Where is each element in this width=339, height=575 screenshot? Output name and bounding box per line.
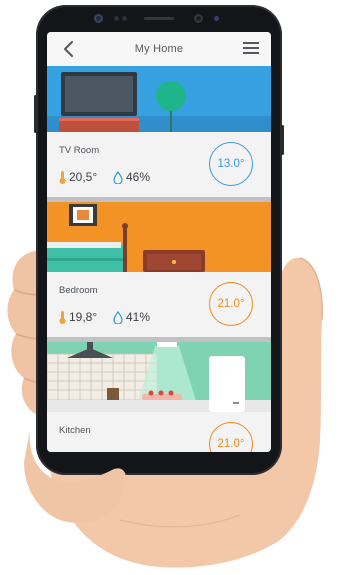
room-name: Kitchen — [59, 425, 91, 436]
water-drop-icon — [113, 170, 123, 184]
thermometer-icon — [59, 310, 66, 324]
sensor-icon — [114, 16, 119, 21]
humidity-value: 41% — [126, 310, 151, 324]
setpoint-dial[interactable]: 21.0° — [209, 282, 253, 326]
volume-button — [34, 95, 37, 133]
thermometer-icon — [59, 170, 66, 184]
temperature-value: 20,5° — [69, 170, 98, 184]
humidity-reading: 46% — [113, 170, 150, 184]
app-screen: My Home TV Room 20,5° 46% 13.0° Bedroom … — [47, 32, 271, 452]
room-info: Kitchen 21.0° — [47, 412, 271, 452]
sensor-icon — [122, 16, 127, 21]
room-name: Bedroom — [59, 285, 98, 296]
humidity-reading: 41% — [113, 310, 150, 324]
power-button — [281, 125, 284, 155]
setpoint-value: 21.0° — [217, 438, 245, 450]
sensor-icon — [214, 16, 219, 21]
temperature-reading: 19,8° — [59, 310, 97, 324]
phone-device: My Home TV Room 20,5° 46% 13.0° Bedroom … — [34, 5, 284, 475]
setpoint-dial[interactable]: 13.0° — [209, 142, 253, 186]
room-info: Bedroom 19,8° 41% 21.0° — [47, 272, 271, 337]
app-header: My Home — [47, 32, 271, 66]
bedroom-illustration — [47, 202, 271, 272]
room-name: TV Room — [59, 145, 100, 156]
setpoint-value: 13.0° — [217, 158, 245, 170]
temperature-reading: 20,5° — [59, 170, 97, 184]
chevron-left-icon[interactable] — [59, 39, 79, 59]
front-camera-icon — [94, 14, 103, 23]
kitchen-illustration — [47, 342, 271, 412]
setpoint-dial[interactable]: 21.0° — [209, 422, 253, 452]
humidity-value: 46% — [126, 170, 151, 184]
page-title: My Home — [134, 43, 184, 55]
hamburger-menu-icon[interactable] — [243, 41, 259, 55]
tv-room-illustration — [47, 66, 271, 132]
iris-scanner-icon — [194, 14, 203, 23]
room-info: TV Room 20,5° 46% 13.0° — [47, 132, 271, 197]
water-drop-icon — [113, 310, 123, 324]
earpiece-speaker — [144, 17, 174, 20]
temperature-value: 19,8° — [69, 310, 98, 324]
setpoint-value: 21.0° — [217, 298, 245, 310]
